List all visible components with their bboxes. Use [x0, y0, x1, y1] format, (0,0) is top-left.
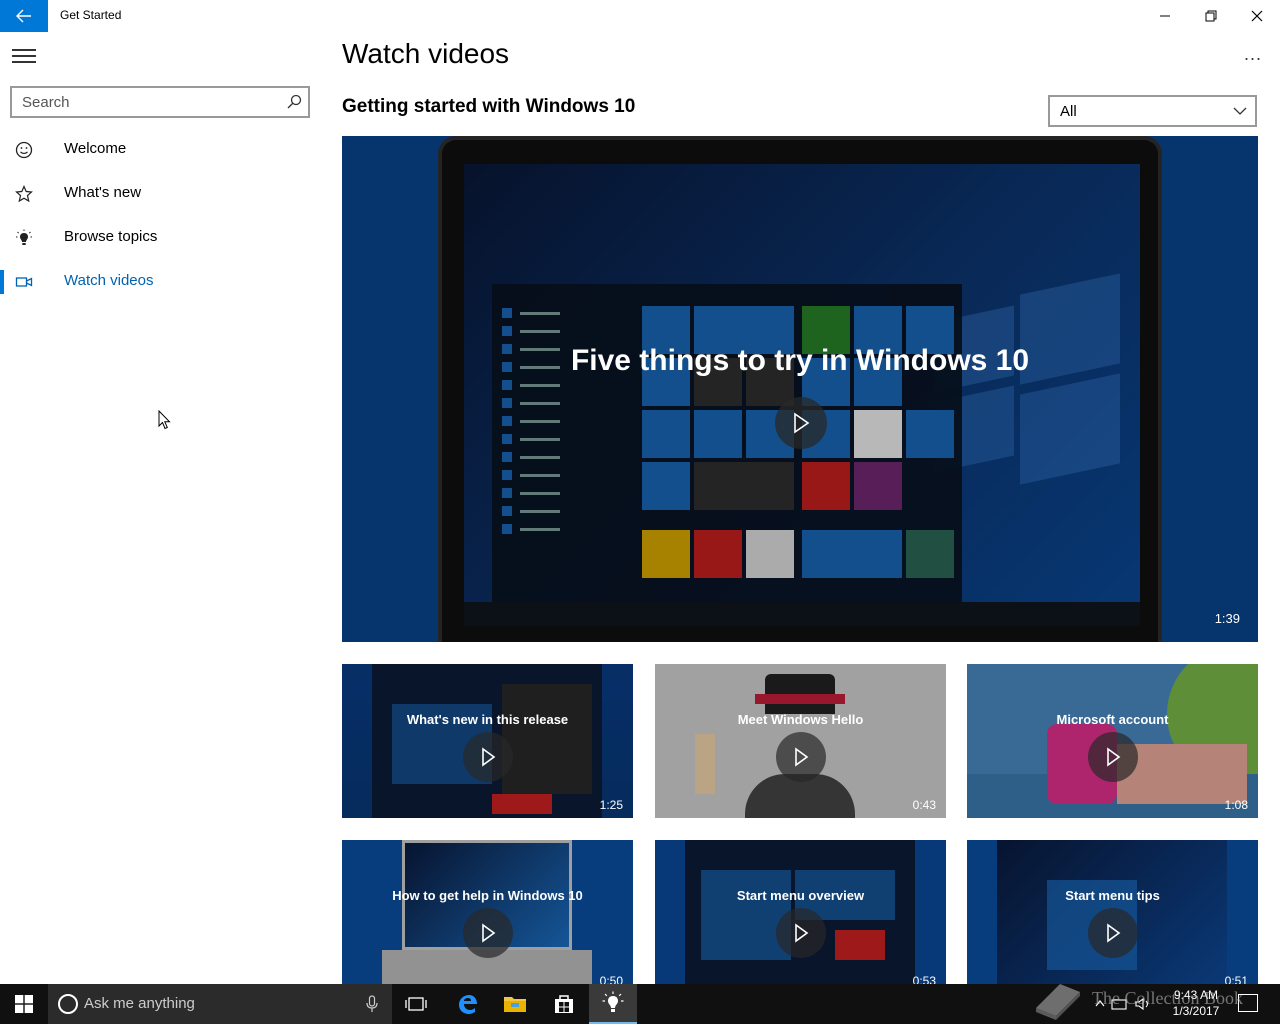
video-title: What's new in this release — [406, 712, 569, 727]
minimize-icon — [1160, 15, 1170, 17]
video-thumbnail[interactable]: What's new in this release 1:25 — [342, 664, 633, 818]
play-button[interactable] — [775, 397, 827, 449]
title-bar: Get Started — [0, 0, 1280, 32]
video-title: How to get help in Windows 10 — [392, 888, 583, 903]
lightbulb-icon — [14, 228, 34, 248]
lightbulb-icon — [602, 991, 624, 1012]
back-button[interactable] — [0, 0, 48, 32]
featured-video[interactable]: Five things to try in Windows 10 1:39 — [342, 136, 1258, 642]
play-button[interactable] — [463, 908, 513, 958]
search-input[interactable]: Search — [10, 86, 310, 118]
video-thumbnail[interactable]: Microsoft account 1:08 — [967, 664, 1258, 818]
folder-icon — [504, 997, 526, 1012]
sidebar-item-label: Watch videos — [64, 272, 154, 289]
file-explorer-button[interactable] — [491, 984, 539, 1024]
play-icon — [482, 923, 496, 943]
section-title: Getting started with Windows 10 — [342, 96, 636, 117]
category-filter-dropdown[interactable]: All — [1048, 95, 1257, 127]
active-indicator — [0, 270, 4, 294]
store-bag-icon — [555, 995, 573, 1013]
sidebar-item-label: What's new — [64, 184, 142, 201]
play-icon — [795, 923, 809, 943]
edge-icon — [459, 995, 477, 1014]
more-options-button[interactable]: ... — [1244, 44, 1268, 68]
edge-browser-button[interactable] — [443, 984, 491, 1024]
back-arrow-icon — [16, 9, 31, 23]
hamburger-menu-button[interactable] — [12, 46, 36, 66]
sidebar-item-watch-videos[interactable]: Watch videos — [0, 260, 320, 304]
mouse-cursor-icon — [158, 410, 171, 430]
play-button[interactable] — [776, 908, 826, 958]
featured-video-title: Five things to try in Windows 10 — [570, 344, 1030, 377]
video-title: Meet Windows Hello — [737, 712, 864, 727]
video-thumbnail[interactable]: Start menu overview 0:53 — [655, 840, 946, 994]
taskbar-search-placeholder: Ask me anything — [84, 995, 195, 1012]
video-title: Start menu tips — [1065, 888, 1160, 903]
cortana-search-box[interactable]: Ask me anything — [48, 984, 392, 1024]
video-duration: 0:43 — [912, 798, 936, 812]
close-button[interactable] — [1234, 0, 1280, 32]
play-icon — [1107, 923, 1121, 943]
play-button[interactable] — [1088, 732, 1138, 782]
sidebar-item-whats-new[interactable]: What's new — [0, 172, 320, 216]
play-icon — [482, 747, 496, 767]
search-icon[interactable] — [286, 94, 302, 110]
star-icon — [14, 184, 34, 204]
play-button[interactable] — [463, 732, 513, 782]
chevron-down-icon — [1233, 107, 1247, 115]
filter-selected-value: All — [1060, 103, 1077, 120]
microphone-icon[interactable] — [366, 995, 378, 1013]
sidebar-item-label: Welcome — [64, 140, 127, 157]
cortana-icon — [58, 994, 78, 1014]
play-button[interactable] — [1088, 908, 1138, 958]
smiley-icon — [14, 140, 34, 160]
page-title: Watch videos — [342, 38, 510, 69]
sidebar-item-label: Browse topics — [64, 228, 158, 245]
video-duration: 1:08 — [1224, 798, 1248, 812]
start-button[interactable] — [0, 984, 48, 1024]
minimize-button[interactable] — [1142, 0, 1188, 32]
play-icon — [1107, 747, 1121, 767]
get-started-app-button[interactable] — [589, 984, 637, 1024]
video-thumbnail[interactable]: How to get help in Windows 10 0:50 — [342, 840, 633, 994]
sidebar-item-welcome[interactable]: Welcome — [0, 128, 320, 172]
search-placeholder: Search — [22, 94, 70, 111]
task-view-icon — [405, 997, 427, 1011]
close-icon — [1251, 10, 1263, 22]
video-icon — [14, 272, 34, 292]
store-button[interactable] — [540, 984, 588, 1024]
restore-icon — [1205, 10, 1217, 22]
video-duration: 1:25 — [599, 798, 623, 812]
watermark-text: The Collection Book — [1092, 988, 1243, 1008]
book-icon — [1036, 984, 1080, 1020]
featured-video-duration: 1:39 — [1214, 611, 1240, 626]
task-view-button[interactable] — [392, 984, 440, 1024]
restore-button[interactable] — [1188, 0, 1234, 32]
play-icon — [794, 412, 810, 434]
video-title: Start menu overview — [736, 888, 865, 903]
video-thumbnail[interactable]: Meet Windows Hello 0:43 — [655, 664, 946, 818]
app-title: Get Started — [60, 8, 122, 22]
windows-logo-icon — [15, 995, 33, 1013]
play-button[interactable] — [776, 732, 826, 782]
sidebar-item-browse-topics[interactable]: Browse topics — [0, 216, 320, 260]
hamburger-icon — [12, 49, 36, 51]
play-icon — [795, 747, 809, 767]
watermark: The Collection Book — [1030, 978, 1270, 1022]
video-title: Microsoft account — [1056, 712, 1169, 727]
video-thumbnail[interactable]: Start menu tips 0:51 — [967, 840, 1258, 994]
